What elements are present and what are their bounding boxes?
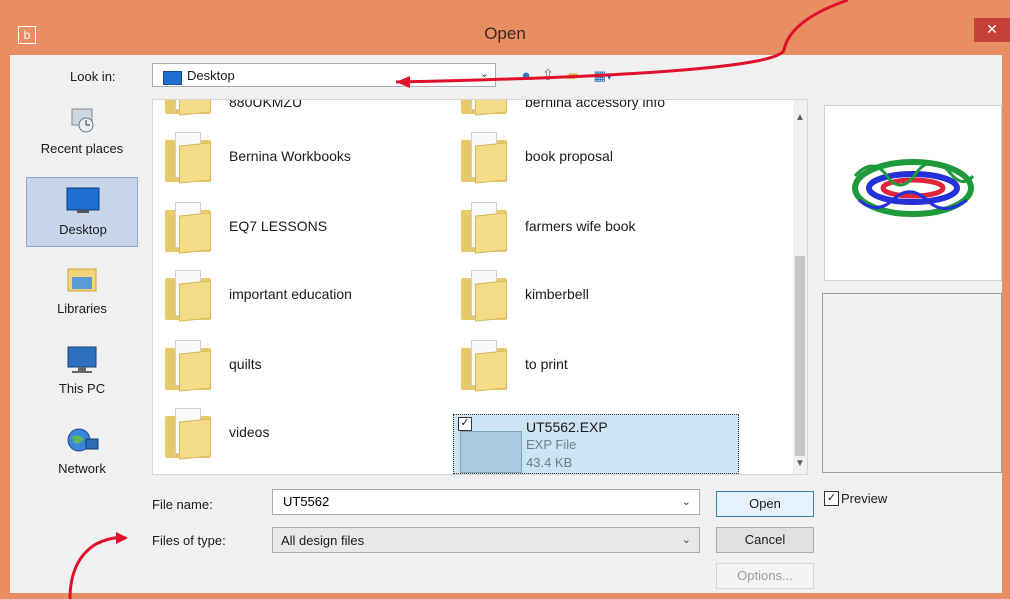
file-name-label: File name: — [152, 497, 213, 512]
window-title: Open — [484, 24, 526, 43]
preview-info-box — [822, 293, 1002, 473]
scroll-down-icon[interactable]: ▼ — [795, 458, 805, 469]
files-of-type-label: Files of type: — [152, 533, 226, 548]
design-thumbnail — [460, 431, 522, 473]
desktop-icon — [66, 187, 100, 213]
place-label: Desktop — [59, 222, 107, 237]
file-name-input[interactable] — [281, 493, 665, 510]
list-item[interactable]: Bernina Workbooks — [157, 128, 437, 186]
look-in-value: Desktop — [187, 68, 235, 83]
item-label: videos — [229, 424, 270, 440]
embroidery-preview-image — [852, 159, 975, 217]
scroll-thumb[interactable] — [795, 256, 805, 456]
place-label: Network — [58, 461, 106, 476]
list-item[interactable]: book proposal — [453, 128, 733, 186]
folder-icon — [165, 340, 211, 392]
file-list[interactable]: 880UKMZU bernina accessory info Bernina … — [152, 99, 808, 475]
folder-icon — [461, 340, 507, 392]
list-item[interactable]: kimberbell — [453, 266, 733, 324]
look-in-dropdown[interactable]: Desktop ⌄ — [152, 63, 496, 87]
files-of-type-dropdown[interactable]: All design files ⌄ — [272, 527, 700, 553]
dialog-body: Look in: Desktop ⌄ ● ⇧ ▰ ▦▾ Recent place… — [10, 55, 1002, 593]
file-name-combo[interactable]: ⌄ — [272, 489, 700, 515]
item-checkbox[interactable]: ✓ — [458, 417, 472, 431]
item-label: 880UKMZU — [229, 99, 303, 110]
list-item[interactable]: bernina accessory info — [453, 99, 733, 118]
recent-places-icon — [71, 108, 94, 133]
folder-icon — [165, 270, 211, 322]
vertical-scrollbar[interactable]: ▲ ▼ — [793, 100, 807, 474]
place-recent-places[interactable]: Recent places — [26, 97, 138, 167]
selected-file-item[interactable]: ✓ UT5562.EXP EXP File 43.4 KB — [453, 414, 739, 474]
folder-icon — [461, 132, 507, 184]
folder-icon — [461, 202, 507, 254]
look-in-label: Look in: — [70, 69, 116, 84]
chevron-down-icon: ⌄ — [681, 534, 691, 546]
list-item[interactable]: EQ7 LESSONS — [157, 198, 437, 256]
up-folder-icon[interactable]: ⇧ — [538, 67, 558, 85]
folder-icon — [165, 202, 211, 254]
close-button[interactable]: ✕ — [974, 18, 1010, 42]
network-icon — [67, 428, 99, 452]
preview-label: Preview — [841, 491, 888, 506]
file-name-text: UT5562.EXP — [526, 419, 608, 435]
chevron-down-icon[interactable]: ⌄ — [682, 495, 691, 508]
this-pc-icon — [67, 346, 97, 373]
preview-pane — [824, 105, 1002, 281]
title-bar[interactable]: b Open ✕ — [0, 0, 1010, 55]
files-of-type-value: All design files — [281, 533, 365, 548]
file-type-text: EXP File — [526, 437, 577, 452]
place-label: Recent places — [40, 141, 124, 156]
places-bar: Recent places Desktop Libraries This PC … — [22, 95, 142, 495]
item-label: EQ7 LESSONS — [229, 218, 328, 234]
item-label: farmers wife book — [525, 218, 636, 234]
folder-icon — [461, 100, 507, 116]
options-button[interactable]: Options... — [716, 563, 814, 589]
item-label: important education — [229, 286, 352, 302]
back-icon[interactable]: ● — [516, 67, 536, 85]
place-this-pc[interactable]: This PC — [26, 337, 138, 407]
place-libraries[interactable]: Libraries — [26, 257, 138, 327]
scroll-up-icon[interactable]: ▲ — [795, 112, 805, 123]
folder-icon — [165, 408, 211, 460]
chevron-down-icon: ⌄ — [479, 68, 489, 80]
item-label: to print — [525, 356, 568, 372]
open-button[interactable]: Open — [716, 491, 814, 517]
item-label: Bernina Workbooks — [229, 148, 351, 164]
item-label: book proposal — [525, 148, 613, 164]
list-item[interactable]: 880UKMZU — [157, 99, 437, 118]
list-item[interactable]: videos — [157, 404, 437, 462]
checkbox-box[interactable]: ✓ — [824, 491, 839, 506]
list-item[interactable]: farmers wife book — [453, 198, 733, 256]
item-label: bernina accessory info — [525, 99, 666, 110]
place-label: Libraries — [57, 301, 107, 316]
item-label: quilts — [229, 356, 262, 372]
place-desktop[interactable]: Desktop — [26, 177, 138, 247]
folder-icon — [461, 270, 507, 322]
list-item[interactable]: important education — [157, 266, 437, 324]
folder-icon — [165, 100, 211, 116]
list-item[interactable]: to print — [453, 336, 733, 394]
item-label: kimberbell — [525, 286, 589, 302]
list-item[interactable]: quilts — [157, 336, 437, 394]
libraries-icon — [67, 268, 97, 292]
view-menu-icon[interactable]: ▦▾ — [588, 67, 618, 85]
cancel-button[interactable]: Cancel — [716, 527, 814, 553]
folder-icon — [165, 132, 211, 184]
place-network[interactable]: Network — [26, 417, 138, 487]
file-size-text: 43.4 KB — [526, 455, 573, 470]
place-label: This PC — [58, 381, 106, 396]
desktop-icon — [163, 71, 182, 85]
open-dialog: b Open ✕ Look in: Desktop ⌄ ● ⇧ ▰ ▦▾ Rec… — [0, 0, 1010, 599]
new-folder-icon[interactable]: ▰ — [562, 67, 582, 85]
